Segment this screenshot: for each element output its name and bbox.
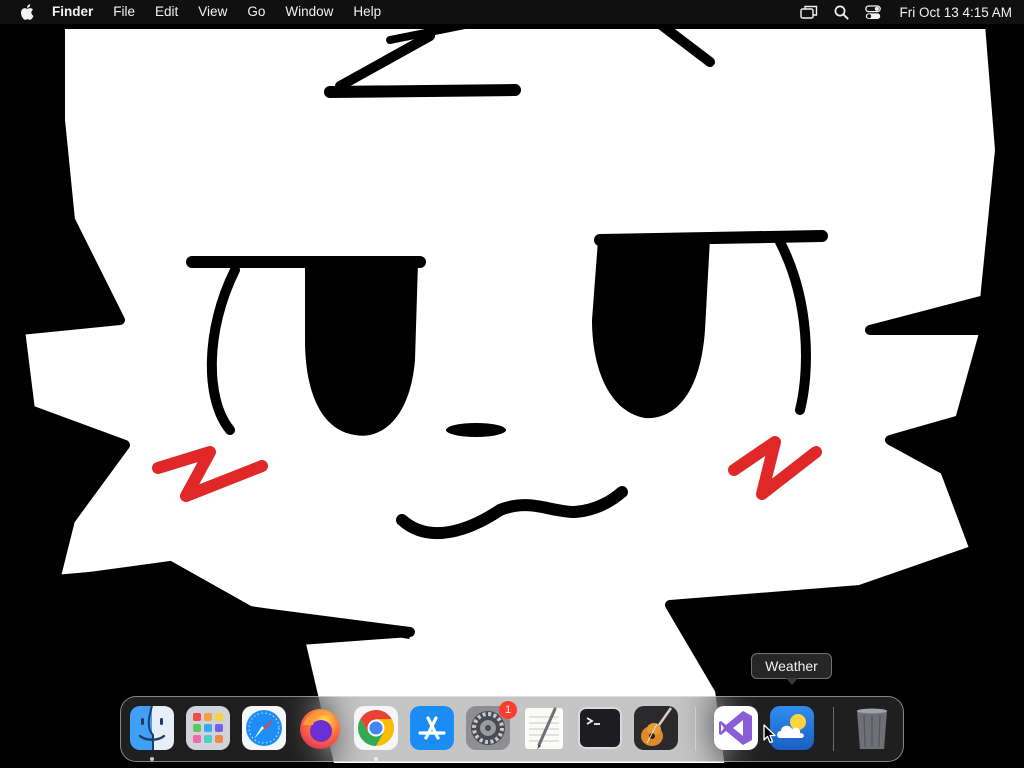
menu-app-finder[interactable]: Finder xyxy=(42,0,103,24)
dock-tooltip: Weather xyxy=(751,653,832,685)
running-indicator-finder xyxy=(150,757,154,761)
textedit-icon xyxy=(525,707,563,749)
dock-item-firefox[interactable] xyxy=(297,705,343,751)
dock-separator xyxy=(833,707,834,751)
apple-logo-icon[interactable] xyxy=(16,0,38,24)
desktop-wallpaper xyxy=(0,0,1024,768)
spotlight-search-icon[interactable] xyxy=(828,0,854,24)
menu-window[interactable]: Window xyxy=(275,0,343,24)
dock-item-visual-studio[interactable] xyxy=(713,705,759,751)
visual-studio-icon xyxy=(714,706,758,750)
dock: 1 xyxy=(120,696,904,762)
dock-item-finder[interactable] xyxy=(129,705,175,751)
app-store-icon xyxy=(410,706,454,750)
garageband-icon xyxy=(634,706,678,750)
dock-item-safari[interactable] xyxy=(241,705,287,751)
finder-icon xyxy=(130,705,174,750)
dock-item-textedit[interactable] xyxy=(521,705,567,751)
desktop[interactable]: Finder File Edit View Go Window Help Fri… xyxy=(0,0,1024,768)
menu-edit[interactable]: Edit xyxy=(145,0,188,24)
mouse-pointer-icon xyxy=(763,724,776,744)
terminal-icon xyxy=(578,707,622,749)
dock-item-app-store[interactable] xyxy=(409,705,455,751)
dock-item-system-settings[interactable]: 1 xyxy=(465,701,517,751)
dock-item-trash[interactable] xyxy=(849,705,895,751)
dock-separator xyxy=(695,707,696,751)
launchpad-icon xyxy=(186,706,230,750)
running-indicator-chrome xyxy=(374,757,378,761)
dock-item-garageband[interactable] xyxy=(633,705,679,751)
dock-item-terminal[interactable] xyxy=(577,705,623,751)
notification-badge: 1 xyxy=(499,701,517,719)
control-center-icon[interactable] xyxy=(860,0,886,24)
safari-icon xyxy=(242,706,286,750)
trash-icon xyxy=(857,708,887,749)
firefox-icon xyxy=(300,709,340,749)
dock-item-launchpad[interactable] xyxy=(185,705,231,751)
dock-item-chrome[interactable] xyxy=(353,705,399,751)
menu-go[interactable]: Go xyxy=(237,0,275,24)
screen-mirroring-icon[interactable] xyxy=(796,0,822,24)
chrome-icon xyxy=(354,706,398,750)
menu-file[interactable]: File xyxy=(103,0,145,24)
menu-bar-clock[interactable]: Fri Oct 13 4:15 AM xyxy=(899,5,1012,20)
menu-view[interactable]: View xyxy=(188,0,237,24)
menu-help[interactable]: Help xyxy=(343,0,391,24)
menu-bar: Finder File Edit View Go Window Help Fri… xyxy=(0,0,1024,24)
